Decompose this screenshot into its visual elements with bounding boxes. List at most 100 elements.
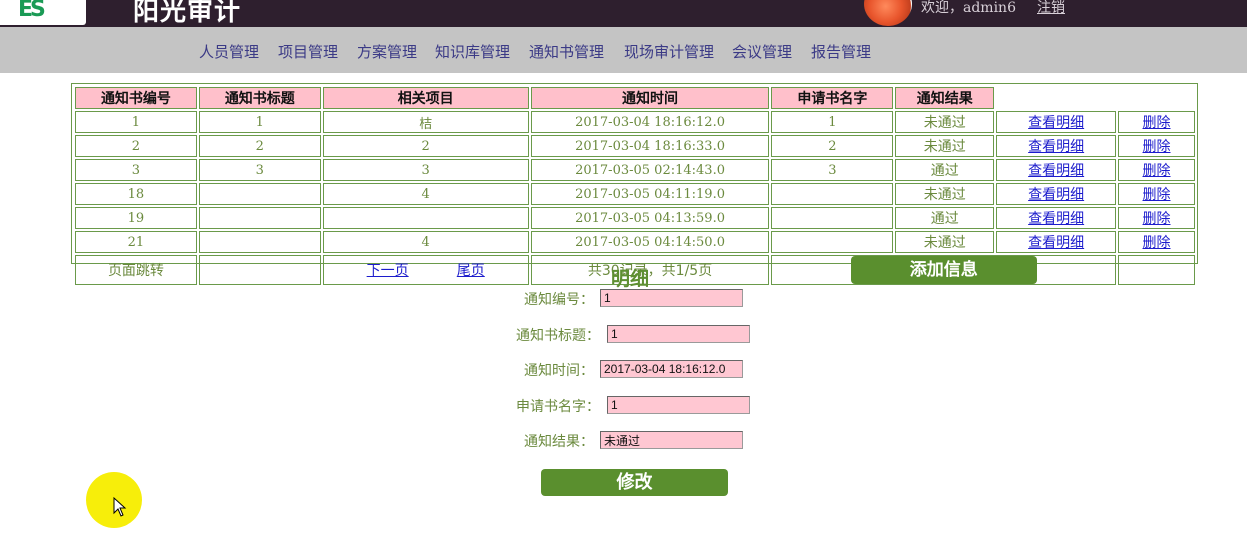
table-row: 3 3 3 2017-03-05 02:14:43.0 3 通过 查看明细 删除 — [75, 159, 1195, 181]
cell-project: 2 — [322, 135, 529, 157]
view-detail-link[interactable]: 查看明细 — [1028, 163, 1084, 179]
cell-notice-id: 18 — [75, 183, 197, 205]
table-row: 18 4 2017-03-05 04:11:19.0 未通过 查看明细 删除 — [75, 183, 1195, 205]
col-header-applicant: 申请书名字 — [771, 87, 894, 109]
welcome-text: 欢迎，admin6 — [921, 0, 1016, 16]
table-header-row: 通知书编号 通知书标题 相关项目 通知时间 申请书名字 通知结果 — [75, 87, 1195, 109]
nav-item-notices[interactable]: 通知书管理 — [529, 41, 604, 62]
logo: ES — [0, 0, 86, 25]
page-jump-cell — [198, 255, 321, 285]
cell-view: 查看明细 — [996, 159, 1117, 181]
cell-delete: 删除 — [1118, 183, 1195, 205]
cell-notice-time: 2017-03-04 18:16:33.0 — [530, 135, 770, 157]
col-header-project: 相关项目 — [322, 87, 529, 109]
cell-notice-time: 2017-03-05 04:13:59.0 — [530, 207, 770, 229]
cell-view: 查看明细 — [996, 135, 1117, 157]
notice-title-label: 通知书标题： — [516, 328, 600, 344]
nav-item-plans[interactable]: 方案管理 — [357, 41, 417, 62]
applicant-name-label: 申请书名字： — [516, 399, 600, 415]
view-detail-link[interactable]: 查看明细 — [1028, 187, 1084, 203]
last-page-link[interactable]: 尾页 — [457, 263, 485, 279]
page-jump-label: 页面跳转 — [75, 255, 197, 285]
cell-applicant — [771, 231, 894, 253]
cell-notice-title: 2 — [198, 135, 321, 157]
cell-result: 未通过 — [895, 135, 995, 157]
cell-notice-title: 3 — [198, 159, 321, 181]
cell-view: 查看明细 — [996, 183, 1117, 205]
add-info-button[interactable]: 添加信息 — [850, 256, 1037, 284]
delete-link[interactable]: 删除 — [1143, 211, 1171, 227]
view-detail-link[interactable]: 查看明细 — [1028, 115, 1084, 131]
col-header-blank — [996, 87, 1116, 109]
nav-item-knowledge-base[interactable]: 知识库管理 — [435, 41, 510, 62]
notice-id-field[interactable] — [600, 289, 743, 307]
cell-notice-title: 1 — [198, 111, 321, 133]
record-summary: 共30记录，共1/5页 — [530, 255, 770, 285]
table-row: 2 2 2 2017-03-04 18:16:33.0 2 未通过 查看明细 删… — [75, 135, 1195, 157]
cell-view: 查看明细 — [996, 207, 1117, 229]
cell-project — [322, 207, 529, 229]
cell-notice-id: 2 — [75, 135, 197, 157]
logout-link[interactable]: 注销 — [1037, 0, 1065, 17]
cell-project: 桔 — [322, 111, 529, 133]
nav-item-onsite-audit[interactable]: 现场审计管理 — [624, 41, 714, 62]
col-header-blank — [1118, 87, 1195, 109]
nav-item-reports[interactable]: 报告管理 — [811, 41, 871, 62]
cell-applicant — [771, 207, 894, 229]
nav-item-meetings[interactable]: 会议管理 — [732, 41, 792, 62]
nav-item-personnel[interactable]: 人员管理 — [199, 41, 259, 62]
cell-notice-title — [198, 231, 321, 253]
cell-applicant: 3 — [771, 159, 894, 181]
nav-item-projects[interactable]: 项目管理 — [278, 41, 338, 62]
view-detail-link[interactable]: 查看明细 — [1028, 235, 1084, 251]
notice-id-label: 通知编号： — [524, 292, 594, 308]
cell-applicant: 1 — [771, 111, 894, 133]
table-row: 21 4 2017-03-05 04:14:50.0 未通过 查看明细 删除 — [75, 231, 1195, 253]
col-header-notice-time: 通知时间 — [530, 87, 770, 109]
cell-result: 通过 — [895, 159, 995, 181]
cell-notice-title — [198, 183, 321, 205]
cell-notice-id: 19 — [75, 207, 197, 229]
cell-notice-time: 2017-03-04 18:16:12.0 — [530, 111, 770, 133]
cell-notice-time: 2017-03-05 04:11:19.0 — [530, 183, 770, 205]
modify-button[interactable]: 修改 — [541, 469, 728, 496]
cell-result: 未通过 — [895, 183, 995, 205]
delete-link[interactable]: 删除 — [1143, 235, 1171, 251]
cell-project: 4 — [322, 231, 529, 253]
footer-blank-cell — [1118, 255, 1195, 285]
mouse-pointer-icon — [113, 497, 127, 517]
notice-title-field[interactable] — [607, 325, 750, 343]
next-page-link[interactable]: 下一页 — [367, 263, 409, 279]
cell-notice-title — [198, 207, 321, 229]
cell-notice-time: 2017-03-05 02:14:43.0 — [530, 159, 770, 181]
cell-project: 4 — [322, 183, 529, 205]
notice-time-field[interactable] — [600, 360, 743, 378]
cell-result: 未通过 — [895, 231, 995, 253]
cell-delete: 删除 — [1118, 135, 1195, 157]
notice-result-field[interactable] — [600, 431, 743, 449]
notice-table-frame: 通知书编号 通知书标题 相关项目 通知时间 申请书名字 通知结果 1 1 桔 2… — [71, 83, 1198, 285]
cell-applicant — [771, 183, 894, 205]
delete-link[interactable]: 删除 — [1143, 187, 1171, 203]
notice-table: 通知书编号 通知书标题 相关项目 通知时间 申请书名字 通知结果 1 1 桔 2… — [73, 85, 1197, 287]
main-nav: 人员管理 项目管理 方案管理 知识库管理 通知书管理 现场审计管理 会议管理 报… — [0, 27, 1247, 73]
cell-delete: 删除 — [1118, 231, 1195, 253]
delete-link[interactable]: 删除 — [1143, 163, 1171, 179]
cell-view: 查看明细 — [996, 111, 1117, 133]
view-detail-link[interactable]: 查看明细 — [1028, 139, 1084, 155]
view-detail-link[interactable]: 查看明细 — [1028, 211, 1084, 227]
cell-result: 未通过 — [895, 111, 995, 133]
notice-time-label: 通知时间： — [524, 363, 594, 379]
cell-notice-time: 2017-03-05 04:14:50.0 — [530, 231, 770, 253]
notice-result-label: 通知结果： — [524, 434, 594, 450]
add-cell: 添加信息 — [771, 255, 1117, 285]
logo-mark: ES — [18, 0, 46, 22]
cell-delete: 删除 — [1118, 111, 1195, 133]
delete-link[interactable]: 删除 — [1143, 139, 1171, 155]
cell-applicant: 2 — [771, 135, 894, 157]
cell-project: 3 — [322, 159, 529, 181]
cell-delete: 删除 — [1118, 159, 1195, 181]
delete-link[interactable]: 删除 — [1143, 115, 1171, 131]
applicant-name-field[interactable] — [607, 396, 750, 414]
cell-notice-id: 3 — [75, 159, 197, 181]
